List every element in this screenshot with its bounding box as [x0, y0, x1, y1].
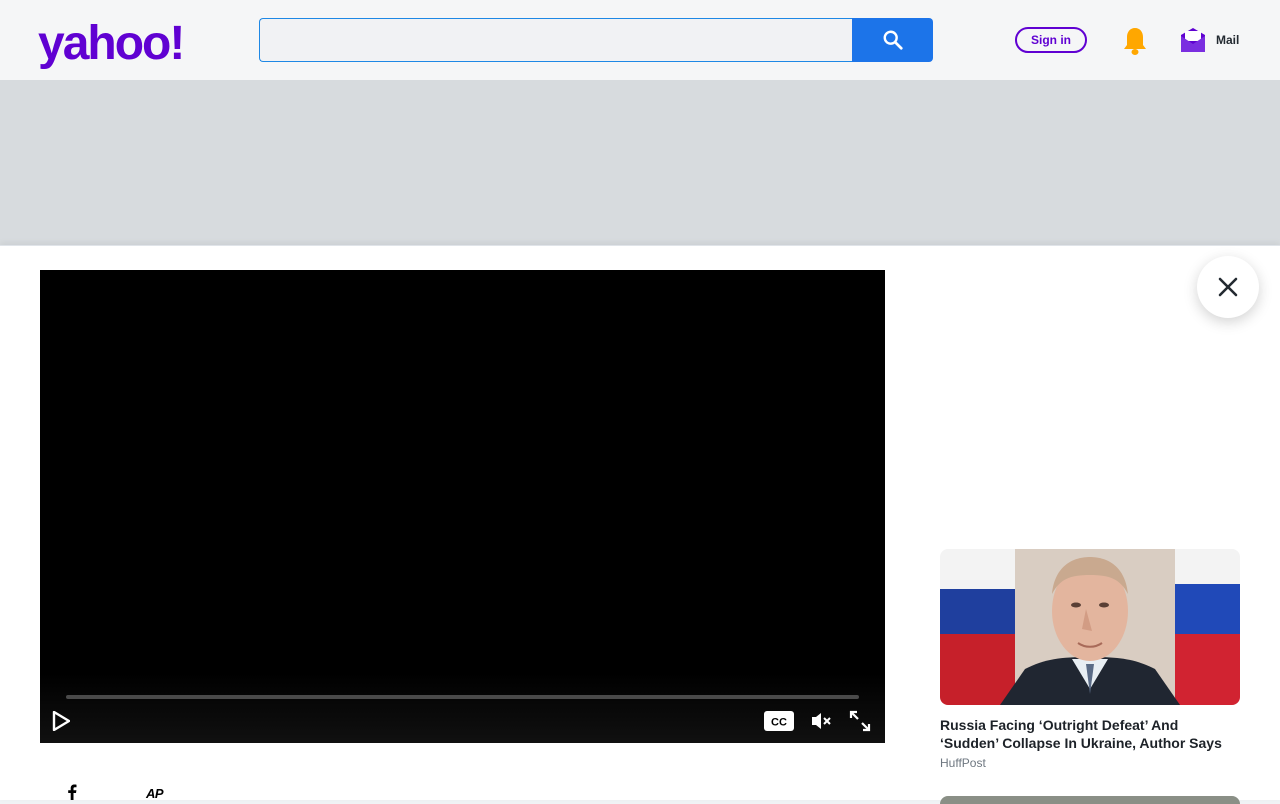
mail-label: Mail	[1216, 33, 1240, 47]
site-header: yahoo! Sign in Mail	[0, 0, 1280, 80]
play-icon	[52, 711, 70, 731]
svg-text:CC: CC	[771, 717, 787, 729]
closed-captions-icon: CC	[764, 711, 794, 731]
mute-button[interactable]	[809, 709, 833, 733]
mail-link[interactable]: Mail	[1180, 26, 1239, 54]
closed-captions-button[interactable]: CC	[764, 711, 794, 731]
controls-gradient	[40, 673, 885, 743]
close-icon	[1218, 277, 1238, 297]
next-story-thumbnail[interactable]	[940, 796, 1240, 804]
search-button[interactable]	[852, 18, 933, 62]
mail-envelope-icon	[1181, 28, 1205, 52]
story-title[interactable]: Russia Facing ‘Outright Defeat’ And ‘Sud…	[940, 716, 1240, 752]
search-icon	[883, 30, 903, 50]
yahoo-logo[interactable]: yahoo!	[38, 14, 218, 70]
facebook-icon[interactable]	[67, 784, 77, 800]
story-thumbnail	[940, 549, 1240, 705]
fullscreen-expand-icon	[849, 710, 871, 732]
video-player[interactable]: CC	[40, 270, 885, 743]
ap-source-logo: AP	[146, 786, 164, 801]
fullscreen-button[interactable]	[848, 709, 872, 733]
muted-speaker-icon	[812, 713, 831, 729]
story-source: HuffPost	[940, 756, 986, 770]
svg-text:yahoo!: yahoo!	[38, 17, 183, 70]
bell-icon[interactable]	[1121, 26, 1149, 56]
close-button[interactable]	[1197, 256, 1259, 318]
video-progress-bar[interactable]	[66, 695, 859, 699]
advertisement-banner	[0, 80, 1280, 245]
story-card[interactable]: Russia Facing ‘Outright Defeat’ And ‘Sud…	[940, 549, 1240, 770]
play-button[interactable]	[50, 709, 72, 733]
search-bar	[259, 18, 933, 62]
search-input[interactable]	[259, 18, 853, 62]
sign-in-button[interactable]: Sign in	[1015, 27, 1087, 53]
